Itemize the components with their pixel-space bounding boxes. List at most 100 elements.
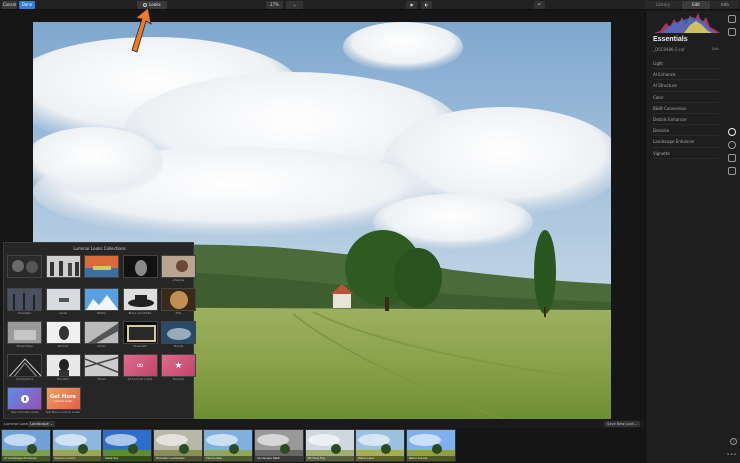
collection-thumbnail — [45, 321, 81, 344]
look-collection[interactable]: Urban — [84, 321, 119, 349]
collection-name: All Luminar Looks — [127, 377, 153, 381]
collection-name: Lifestyle — [172, 278, 185, 282]
portrait-icon[interactable] — [728, 154, 736, 162]
collection-thumbnail: ★ — [161, 354, 196, 377]
collection-name: Winter — [96, 311, 107, 315]
save-new-look-button[interactable]: Save New Look... — [604, 421, 640, 427]
filter-list: Light AI Enhance AI Structure Color B&W … — [653, 58, 719, 159]
collection-thumbnail — [7, 255, 42, 278]
tab-landscape[interactable]: Landscape ⌄ — [28, 421, 55, 427]
eye-icon[interactable]: ◉ — [406, 1, 417, 9]
collection-thumbnail — [161, 255, 196, 278]
essentials-sun-icon[interactable] — [728, 128, 736, 136]
look-collection[interactable]: Film — [161, 288, 196, 316]
collection-thumbnail — [122, 255, 158, 278]
look-collection[interactable]: Dramatic — [7, 288, 42, 316]
cancel-button[interactable]: Cancel — [2, 1, 17, 9]
look-preset[interactable]: Autumn Colors — [51, 429, 102, 462]
filter-item[interactable]: AI Enhance — [653, 69, 719, 81]
look-collection[interactable]: Portrait — [45, 321, 81, 349]
look-preset[interactable]: AI Landscape Enhancer — [1, 429, 51, 462]
tab-info[interactable]: Info — [711, 1, 739, 9]
look-name: Harmonize — [204, 456, 253, 461]
creative-icon[interactable] — [728, 141, 736, 149]
help-icon[interactable]: ? — [730, 438, 737, 445]
looks-filmstrip: AI Landscape Enhancer Autumn Colors Deep S… — [0, 428, 644, 463]
look-name: AI Landscape Enhancer — [2, 456, 50, 461]
look-collection[interactable]: Winter — [84, 288, 119, 316]
collection-name: Travel — [97, 377, 106, 381]
look-collection[interactable] — [122, 255, 158, 283]
look-collection[interactable]: Moody — [161, 321, 196, 349]
collection-name — [84, 278, 119, 283]
look-preset[interactable]: Harmonize — [203, 429, 254, 462]
zoom-level[interactable]: 27% — [266, 1, 283, 9]
look-collection[interactable]: Cinematic — [122, 321, 158, 349]
look-name: Warm Land — [356, 456, 405, 461]
collection-name: User Luminar Looks — [10, 410, 39, 414]
compare-icon[interactable]: ◐ — [421, 1, 432, 9]
undo-icon[interactable]: ↶ — [534, 1, 545, 9]
look-collection[interactable]: User Luminar Looks — [7, 387, 42, 415]
collection-thumbnail — [7, 387, 42, 410]
look-preset[interactable]: Deep Sky — [102, 429, 153, 462]
look-preset[interactable]: Warm Land — [355, 429, 406, 462]
layers-icon[interactable] — [728, 15, 736, 23]
look-name: Morning Fog — [305, 456, 354, 461]
look-collection[interactable]: Get More Luminar Looks Get More Luminar Lo… — [45, 387, 81, 415]
zoom-dropdown[interactable]: ⌄ — [286, 1, 303, 9]
filter-item[interactable]: Color — [653, 92, 719, 103]
look-collection[interactable]: Black and White — [122, 288, 158, 316]
collection-name: Urban — [97, 344, 106, 348]
look-collection[interactable]: Travel — [84, 354, 119, 382]
collection-name: Cinematic — [132, 344, 148, 348]
filter-item[interactable]: Light — [653, 58, 719, 70]
collection-thumbnail — [84, 354, 119, 377]
collection-name: Film Noir — [56, 377, 70, 381]
collection-name: Film — [175, 311, 182, 315]
collection-thumbnail — [161, 321, 196, 344]
edit-panel: Essentials _DSC8486-2.raf Edit Light AI … — [645, 11, 740, 463]
collection-thumbnail — [84, 255, 119, 278]
look-collection[interactable]: ∞ All Luminar Looks — [122, 354, 158, 382]
professional-icon[interactable] — [728, 167, 736, 175]
file-name: _DSC8486-2.raf — [653, 47, 685, 52]
tab-edit[interactable]: Edit — [682, 1, 710, 9]
look-collection[interactable] — [7, 255, 42, 283]
look-preset[interactable]: Warm Sunset — [405, 429, 456, 462]
filter-item[interactable]: Denoise — [653, 125, 719, 137]
collection-thumbnail — [84, 321, 119, 344]
popover-title: Luminar Looks Collections — [73, 246, 126, 251]
collection-name: Moody — [173, 344, 184, 348]
look-collection[interactable]: Lifestyle — [161, 255, 196, 283]
canvas-icon[interactable] — [728, 28, 736, 36]
look-collection[interactable]: Aerial — [45, 288, 81, 316]
collection-name: Get More Luminar Looks — [45, 410, 80, 414]
look-preset[interactable]: Landscape B&W — [254, 429, 304, 462]
look-collection[interactable] — [45, 255, 81, 283]
done-button[interactable]: Done — [19, 1, 35, 9]
look-collection[interactable]: Street Style — [7, 321, 42, 349]
more-icon[interactable]: ••• — [727, 452, 737, 458]
star-icon: ★ — [174, 360, 183, 371]
look-preset[interactable]: Morning Fog — [304, 429, 355, 462]
filter-item[interactable]: Landscape Enhancer — [653, 136, 719, 148]
collection-thumbnail — [122, 288, 158, 311]
file-edit-button[interactable]: Edit — [712, 47, 719, 51]
filter-item[interactable]: AI Structure — [653, 80, 719, 92]
look-collection[interactable]: Architecture — [7, 354, 42, 382]
chevron-down-icon: ⌄ — [49, 422, 53, 426]
look-collection[interactable]: Film Noir — [45, 354, 81, 382]
tab-library[interactable]: Library — [645, 1, 681, 9]
look-name: Deep Sky — [103, 456, 152, 461]
collection-name — [7, 278, 42, 283]
filter-item[interactable]: Vignette — [653, 148, 719, 159]
look-preset[interactable]: Dramatic Landscape — [152, 429, 203, 462]
look-collection[interactable] — [84, 255, 119, 283]
collection-thumbnail — [7, 321, 42, 344]
filter-item[interactable]: B&W Conversion — [653, 103, 719, 114]
look-name: Landscape B&W — [255, 456, 303, 461]
looks-collections-popover: Luminar Looks Collections Lifestyle Drama… — [3, 242, 196, 419]
filter-item[interactable]: Details Enhancer — [653, 114, 719, 126]
look-collection[interactable]: ★ Favorite — [161, 354, 196, 382]
